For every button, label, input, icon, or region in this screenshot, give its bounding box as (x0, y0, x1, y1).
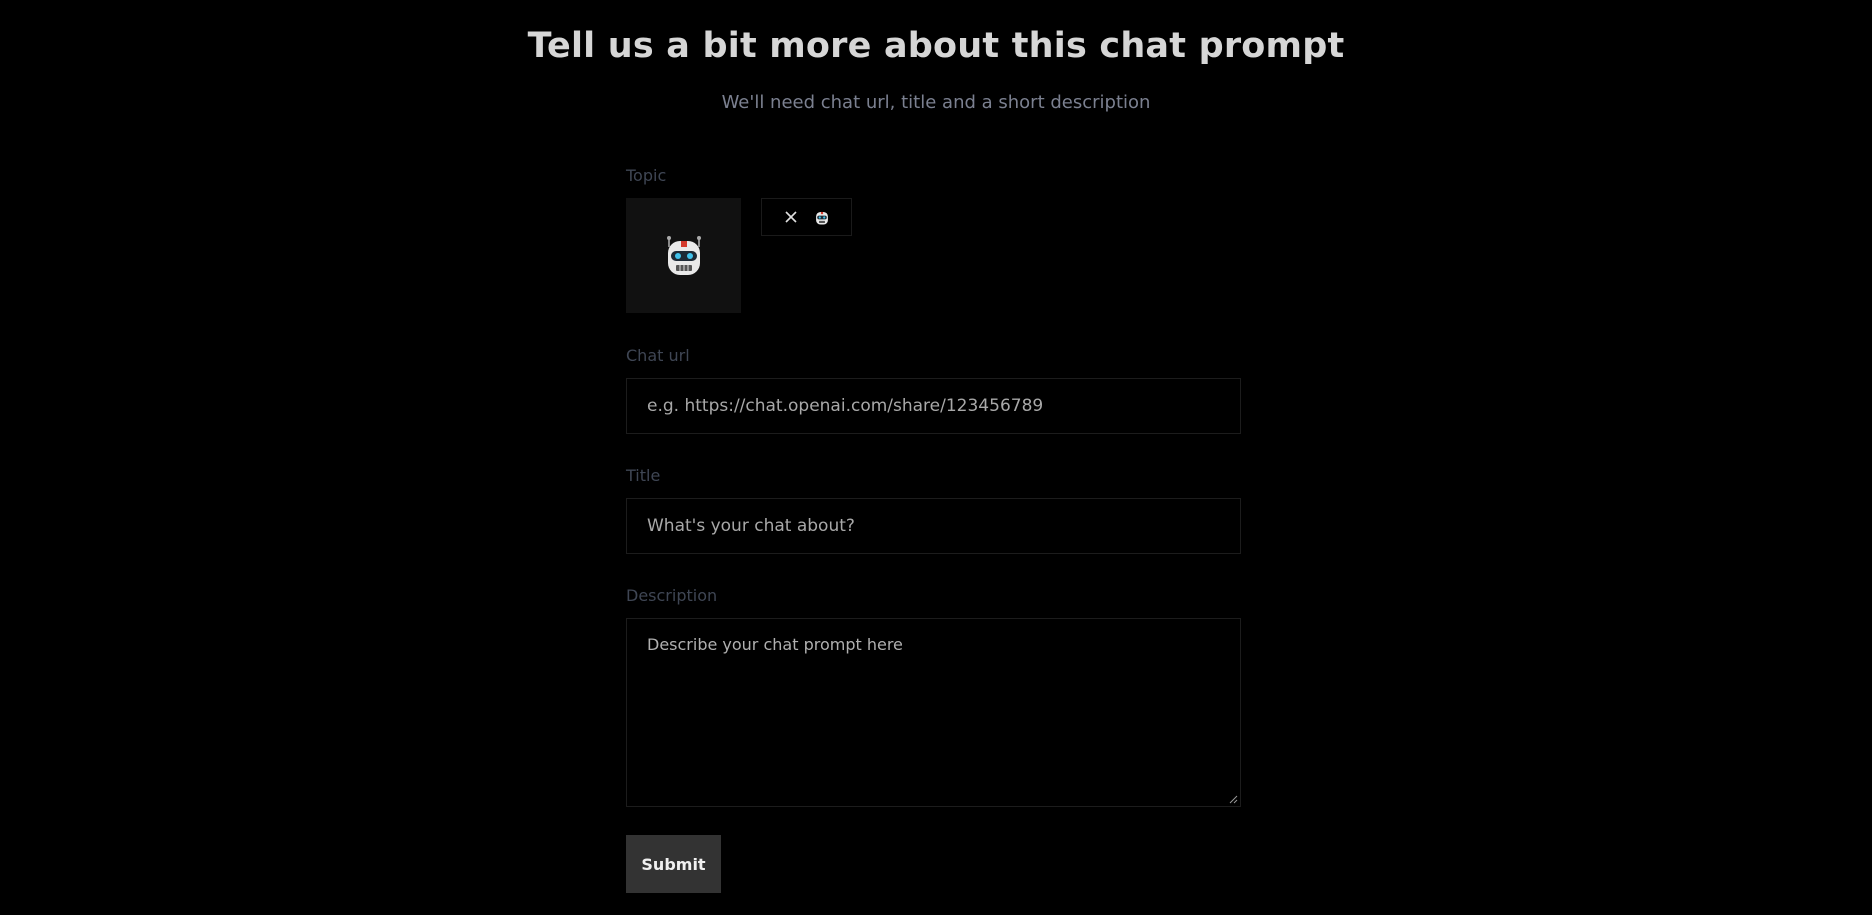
page-subtitle: We'll need chat url, title and a short d… (721, 92, 1151, 113)
chat-url-label: Chat url (626, 346, 690, 365)
topic-label: Topic (626, 166, 667, 185)
submit-button[interactable]: Submit (626, 835, 721, 893)
chat-url-field (626, 378, 1241, 434)
title-label: Title (626, 466, 661, 485)
description-field (626, 618, 1241, 807)
title-field (626, 498, 1241, 554)
chat-prompt-form: Topic Chat url e.g. https://chat.openai.… (626, 166, 1241, 893)
description-label: Description (626, 586, 718, 605)
description-textarea[interactable] (647, 635, 1220, 790)
resize-handle-icon[interactable] (1228, 794, 1238, 804)
selected-topic-chip (761, 198, 852, 236)
page: Tell us a bit more about this chat promp… (0, 0, 1872, 915)
page-title: Tell us a bit more about this chat promp… (527, 26, 1345, 66)
topic-tile[interactable] (626, 198, 741, 313)
title-input[interactable] (647, 516, 1220, 536)
topic-picker (626, 198, 1241, 314)
robot-icon (815, 211, 828, 225)
chat-url-input[interactable] (647, 396, 1220, 416)
robot-icon (666, 235, 701, 275)
close-icon[interactable] (784, 210, 798, 224)
